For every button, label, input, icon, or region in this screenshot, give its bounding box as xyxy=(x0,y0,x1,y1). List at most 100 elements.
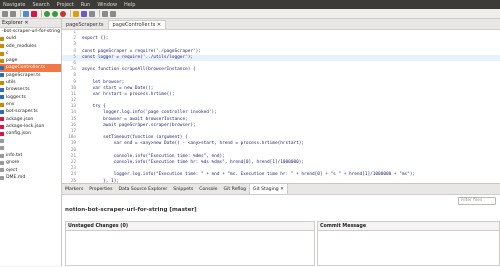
commit-message-panel[interactable]: Commit Message xyxy=(317,221,500,266)
editor-tabs: pageScraper.ts pageController.ts ✕ xyxy=(62,19,500,30)
unstaged-changes-header: Unstaged Changes (0) xyxy=(66,222,314,231)
file-icon xyxy=(0,51,4,56)
file-icon xyxy=(0,153,4,158)
tree-item[interactable]: bot-scraper.ts xyxy=(0,108,61,115)
menu-item[interactable]: Help xyxy=(124,2,135,8)
tree-item[interactable]: gnore xyxy=(0,159,61,166)
project-explorer-tab[interactable]: Explorer ✕ xyxy=(0,19,61,28)
file-icon xyxy=(0,117,4,122)
bottom-tab[interactable]: Markers xyxy=(62,184,86,194)
tree-item[interactable]: pageScraper.ts xyxy=(0,72,61,79)
file-icon xyxy=(0,131,4,136)
tree-item-label: bot-scraper.ts xyxy=(6,109,38,115)
tree-item[interactable]: DME.md xyxy=(0,174,61,181)
tree-item-label: utils xyxy=(6,80,16,86)
tree-item-label: ould xyxy=(6,36,16,42)
tree-item[interactable]: ould xyxy=(0,35,61,42)
bottom-tab[interactable]: Snippets xyxy=(170,184,196,194)
file-icon xyxy=(0,80,4,85)
project-explorer: Explorer ✕ -bot-scraper-url-for-string [… xyxy=(0,19,62,266)
code-text: const logger = require('../utils/logger'… xyxy=(82,54,194,60)
tree-item[interactable]: c xyxy=(0,50,61,57)
file-icon xyxy=(0,160,4,165)
code-text: logger.log.info("Execution time: " + end… xyxy=(82,172,416,178)
file-icon xyxy=(0,109,4,114)
tree-item[interactable]: utils xyxy=(0,79,61,86)
code-text: export {}; xyxy=(82,36,109,42)
bottom-tab[interactable]: Git Reflog xyxy=(221,184,250,194)
tree-item-label: logger.ts xyxy=(6,94,26,100)
tree-item-label: ackage-lock.json xyxy=(6,123,45,129)
file-icon xyxy=(0,44,4,49)
back-icon[interactable] xyxy=(102,10,108,17)
tree-item-label: env xyxy=(6,101,15,107)
new-project-icon[interactable] xyxy=(73,10,79,17)
tree-item[interactable]: logger.ts xyxy=(0,94,61,101)
save-all-icon[interactable] xyxy=(10,10,16,17)
tree-item[interactable]: ackage-lock.json xyxy=(0,123,61,130)
tree-item[interactable]: config.json xyxy=(0,130,61,137)
tree-item[interactable]: ode_modules xyxy=(0,43,61,50)
main-toolbar xyxy=(0,9,500,19)
run-icon[interactable] xyxy=(52,10,58,17)
file-icon xyxy=(0,95,4,100)
bottom-tab[interactable]: Properties xyxy=(86,184,115,194)
tree-item[interactable]: -bot-scraper-url-for-string [master] xyxy=(0,28,61,35)
bottom-panel: Markers Properties Data Source Explorer Sni… xyxy=(62,183,500,267)
menu-item[interactable]: Navigate xyxy=(3,2,25,8)
file-icon xyxy=(0,102,4,107)
search-icon[interactable] xyxy=(89,10,95,17)
file-icon xyxy=(0,146,4,151)
menu-item[interactable]: Window xyxy=(97,2,117,8)
filter-files-input[interactable]: Filter files xyxy=(458,197,496,205)
file-icon xyxy=(0,36,4,41)
code-area[interactable]: 1 2 export {}; 3 4 const pageScraper = requir… xyxy=(62,30,500,183)
open-type-icon[interactable] xyxy=(81,10,87,17)
unstaged-changes-panel[interactable]: Unstaged Changes (0) xyxy=(65,221,315,266)
bottom-tab-label: Markers xyxy=(65,186,84,192)
menu-bar: Navigate Search Project Run Window Help xyxy=(0,0,500,9)
project-explorer-tab-label: Explorer ✕ xyxy=(2,20,29,26)
tree-item-label: page xyxy=(6,58,18,64)
tree-item[interactable]: page xyxy=(0,57,61,64)
bottom-tab-label: Data Source Explorer xyxy=(118,186,168,192)
code-text: console.info("Execution time hr: %ds %dm… xyxy=(82,159,305,165)
file-icon xyxy=(0,58,4,63)
tree-item[interactable]: oject xyxy=(0,167,61,174)
code-text: async function scrapeAll(browserInstance… xyxy=(82,67,196,73)
code-text: var hrstart = process.hrtime(); xyxy=(82,91,175,97)
tree-item-label: ode_modules xyxy=(6,43,37,49)
terminal-icon[interactable] xyxy=(31,10,37,17)
bottom-tabs: Markers Properties Data Source Explorer Sni… xyxy=(62,184,500,195)
file-icon xyxy=(0,175,4,180)
forward-icon[interactable] xyxy=(110,10,116,17)
build-icon[interactable] xyxy=(23,10,29,17)
tree-item[interactable]: pageController.ts xyxy=(0,64,61,72)
menu-item[interactable]: Search xyxy=(32,2,49,8)
menu-item[interactable]: Project xyxy=(57,2,74,8)
file-icon xyxy=(0,168,4,173)
menu-item[interactable]: Run xyxy=(81,2,91,8)
tree-item[interactable] xyxy=(0,137,61,144)
file-icon xyxy=(0,73,4,78)
code-text: var end = <any>new Date() - <any>start, … xyxy=(82,141,305,147)
save-icon[interactable] xyxy=(2,10,8,17)
bottom-tab[interactable]: Git Staging ✕ xyxy=(249,184,289,194)
editor-tab[interactable]: pageController.ts ✕ xyxy=(107,20,167,29)
commit-message-header: Commit Message xyxy=(318,222,499,231)
tree-item-label: c xyxy=(6,50,9,56)
tree-item[interactable]: ackage.json xyxy=(0,116,61,123)
tree-item-label: -bot-scraper-url-for-string [master] xyxy=(2,29,61,34)
tree-item[interactable]: env xyxy=(0,101,61,108)
editor-tab[interactable]: pageScraper.ts xyxy=(62,21,108,29)
tree-item[interactable] xyxy=(0,145,61,152)
bottom-tab[interactable]: Data Source Explorer xyxy=(116,184,171,194)
tree-item-label: browser.ts xyxy=(6,87,30,93)
tree-item[interactable]: browser.ts xyxy=(0,86,61,93)
tree-item-label: DME.md xyxy=(6,174,26,180)
bottom-tab-label: Properties xyxy=(89,186,113,192)
external-tools-icon[interactable] xyxy=(60,10,66,17)
debug-icon[interactable] xyxy=(44,10,50,17)
bottom-tab[interactable]: Console xyxy=(196,184,220,194)
tree-item[interactable]: info.txt xyxy=(0,152,61,159)
